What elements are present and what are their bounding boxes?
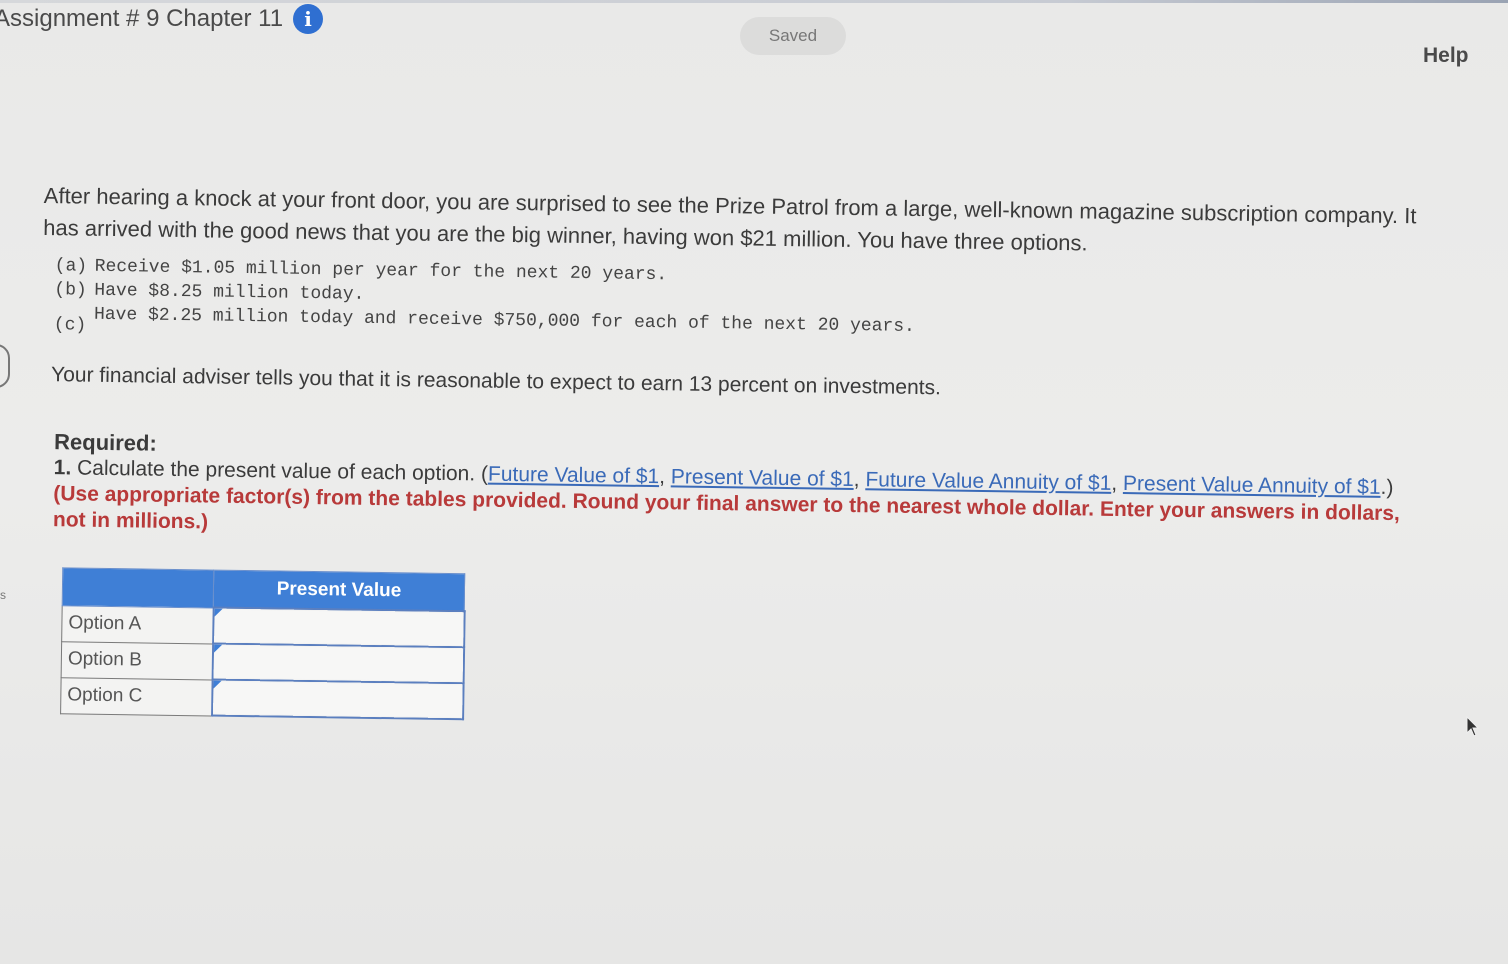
cell-flag-icon [213, 644, 222, 653]
present-value-header: Present Value [213, 570, 465, 612]
option-c-input-cell[interactable] [211, 679, 464, 720]
required-text: Calculate the present value of each opti… [76, 456, 476, 486]
option-a-input-cell[interactable] [212, 607, 465, 648]
present-value-link[interactable]: Present Value of $1 [671, 465, 854, 491]
answer-table: Present Value Option A Option B Option C [60, 567, 466, 720]
option-b-input-cell[interactable] [212, 643, 464, 684]
cell-flag-icon [214, 608, 223, 617]
table-row: Option A [61, 605, 465, 648]
help-link[interactable]: Help [1423, 44, 1469, 68]
option-a-row-label: Option A [61, 605, 214, 644]
assignment-title: Assignment # 9 Chapter 11 i [0, 4, 324, 34]
adviser-note: Your financial adviser tells you that it… [50, 363, 942, 400]
future-value-annuity-link[interactable]: Future Value Annuity of $1 [865, 468, 1111, 495]
table-corner-cell [62, 567, 214, 608]
required-section: Required: 1. Calculate the present value… [53, 429, 1420, 553]
top-border [0, 0, 1508, 3]
info-icon[interactable]: i [293, 4, 324, 34]
question-panel: After hearing a knock at your front door… [36, 180, 1424, 734]
table-header-row: Present Value [62, 567, 465, 612]
option-a-label: (a) [54, 256, 88, 277]
side-nav-handle[interactable] [0, 344, 10, 388]
side-edge-mark: s [0, 588, 6, 602]
option-b-label: (b) [54, 280, 87, 301]
saved-status-badge: Saved [740, 17, 846, 55]
assignment-title-text: Assignment # 9 Chapter 11 [0, 5, 284, 32]
options-list: (a) Receive $1.05 million per year for t… [54, 254, 1423, 357]
option-c-row-label: Option C [60, 677, 213, 716]
option-a-present-value-input[interactable] [213, 609, 464, 646]
cell-flag-icon [212, 680, 222, 689]
table-row: Option C [60, 677, 464, 720]
question-intro: After hearing a knock at your front door… [43, 182, 1417, 256]
mouse-cursor-icon [1466, 715, 1480, 743]
required-number: 1. [53, 456, 72, 480]
future-value-link[interactable]: Future Value of $1 [488, 463, 660, 489]
option-c-label: (c) [53, 315, 87, 336]
option-c-present-value-input[interactable] [212, 681, 463, 718]
option-b-row-label: Option B [61, 641, 213, 680]
present-value-annuity-link[interactable]: Present Value Annuity of $1 [1123, 472, 1381, 499]
table-row: Option B [61, 641, 464, 684]
option-b-present-value-input[interactable] [213, 645, 463, 682]
